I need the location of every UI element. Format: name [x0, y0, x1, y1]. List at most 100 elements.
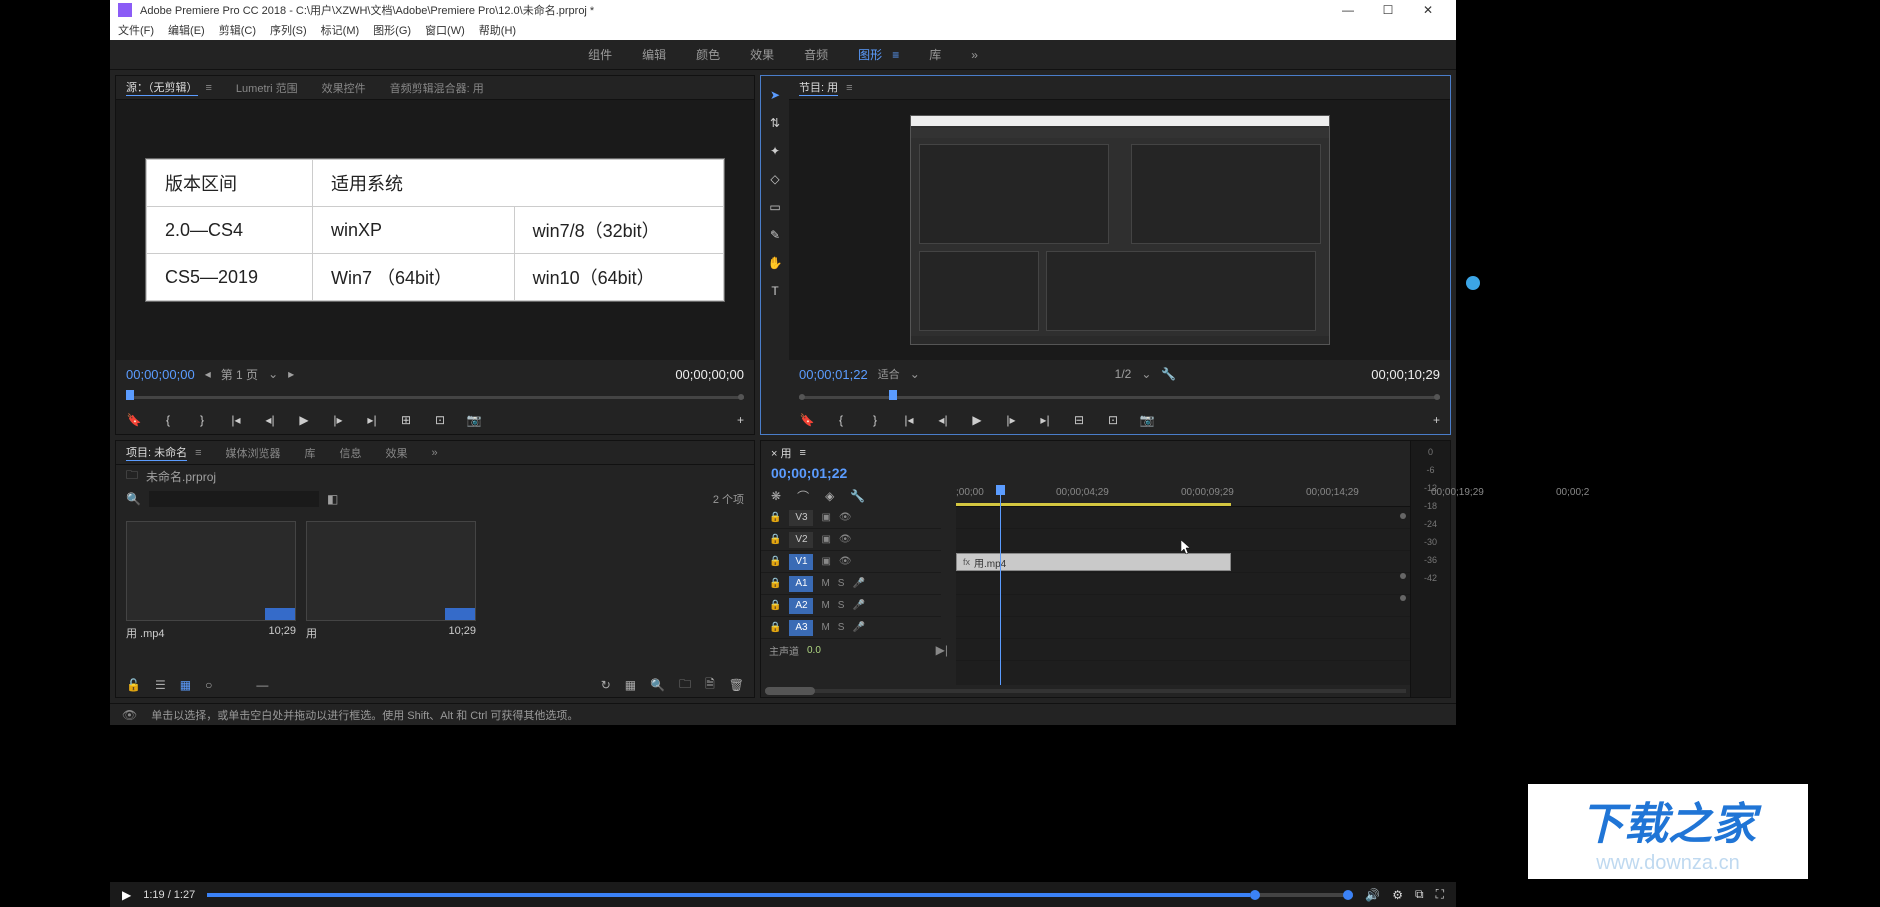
menu-window[interactable]: 窗口(W) [425, 22, 465, 38]
tab-effects[interactable]: 效果 [386, 445, 408, 461]
mute-icon[interactable]: M [821, 622, 829, 633]
track-label[interactable]: V2 [789, 532, 813, 548]
export-frame-icon[interactable]: 📷 [466, 412, 482, 428]
lane-a3[interactable] [956, 617, 1410, 639]
menu-graphics[interactable]: 图形(G) [373, 22, 411, 38]
timeline-playhead[interactable] [1000, 485, 1001, 685]
step-back-icon[interactable]: ◂| [935, 412, 951, 428]
delete-icon[interactable]: 🗑 [729, 678, 744, 692]
lane-a1[interactable] [956, 573, 1410, 595]
insert-icon[interactable]: ⊞ [398, 412, 414, 428]
play-icon[interactable]: ▶ [296, 412, 312, 428]
fullscreen-icon[interactable]: ⛶ [1436, 887, 1444, 902]
menu-edit[interactable]: 编辑(E) [168, 22, 205, 38]
page-dropdown-icon[interactable]: ⌄ [268, 367, 278, 381]
program-add-button-icon[interactable]: + [1433, 413, 1440, 427]
step-fwd-icon[interactable]: |▸ [1003, 412, 1019, 428]
tab-program-menu-icon[interactable]: ≡ [846, 82, 852, 94]
workspace-audio[interactable]: 音频 [804, 46, 828, 63]
volume-icon[interactable]: 🔊 [1365, 888, 1380, 902]
icon-view-icon[interactable]: ▦ [180, 678, 191, 692]
workspace-assembly[interactable]: 组件 [588, 46, 612, 63]
tab-info[interactable]: 信息 [340, 445, 362, 461]
add-marker-icon[interactable]: 🔖 [799, 412, 815, 428]
filter-icon[interactable]: ◧ [327, 492, 338, 506]
solo-icon[interactable]: S [838, 578, 845, 589]
tab-lumetri[interactable]: Lumetri 范围 [236, 80, 298, 96]
project-search-input[interactable] [149, 491, 319, 507]
master-meter-icon[interactable]: ▶| [936, 643, 948, 657]
tab-sequence[interactable]: × 用 [771, 445, 791, 461]
tab-project-menu-icon[interactable]: ≡ [195, 447, 201, 459]
go-out-icon[interactable]: ▸| [1037, 412, 1053, 428]
menu-sequence[interactable]: 序列(S) [270, 22, 307, 38]
selection-tool-icon[interactable]: ➤ [766, 86, 784, 104]
pip-icon[interactable]: ⧉ [1415, 887, 1424, 902]
rectangle-tool-icon[interactable]: ▭ [766, 198, 784, 216]
step-fwd-icon[interactable]: |▸ [330, 412, 346, 428]
mark-out-icon[interactable]: } [867, 412, 883, 428]
mark-out-icon[interactable]: } [194, 412, 210, 428]
tab-source[interactable]: 源：（无剪辑） [126, 79, 198, 96]
mark-in-icon[interactable]: { [833, 412, 849, 428]
lock-icon[interactable]: 🔒 [769, 512, 781, 523]
program-monitor-view[interactable] [789, 100, 1450, 360]
workspace-graphics[interactable]: 图形 [858, 46, 882, 63]
workspace-overflow-icon[interactable]: » [971, 48, 978, 62]
work-area-bar[interactable] [956, 503, 1231, 506]
page-prev-icon[interactable]: ◂ [205, 367, 211, 381]
export-frame-icon[interactable]: 📷 [1139, 412, 1155, 428]
menu-file[interactable]: 文件(F) [118, 22, 154, 38]
solo-icon[interactable]: S [838, 600, 845, 611]
timeline-tracks-area[interactable]: ;00;00 00;00;04;29 00;00;09;29 00;00;14;… [956, 485, 1410, 685]
settings-icon[interactable]: 🔧 [850, 489, 865, 503]
workspace-effects[interactable]: 效果 [750, 46, 774, 63]
lift-icon[interactable]: ⊟ [1071, 412, 1087, 428]
wrench-icon[interactable]: 🔧 [1161, 367, 1176, 381]
program-scrubber[interactable] [799, 388, 1440, 406]
pen-tool-icon[interactable]: ◇ [766, 170, 784, 188]
step-back-icon[interactable]: ◂| [262, 412, 278, 428]
track-label[interactable]: A1 [789, 576, 813, 592]
mute-icon[interactable]: M [821, 578, 829, 589]
menu-help[interactable]: 帮助(H) [479, 22, 516, 38]
lock-icon[interactable]: 🔒 [769, 556, 781, 567]
zoom-dropdown-icon[interactable]: ⌄ [1141, 367, 1151, 381]
track-label[interactable]: V1 [789, 554, 813, 570]
workspace-editing[interactable]: 编辑 [642, 46, 666, 63]
extract-icon[interactable]: ⊡ [1105, 412, 1121, 428]
settings-icon[interactable]: ⚙ [1392, 888, 1403, 902]
tab-effect-controls[interactable]: 效果控件 [322, 80, 366, 96]
workspace-library[interactable]: 库 [929, 46, 941, 63]
add-marker-icon[interactable]: 🔖 [126, 412, 142, 428]
hand-tool-icon[interactable]: ✋ [766, 254, 784, 272]
workspace-color[interactable]: 颜色 [696, 46, 720, 63]
lock-icon[interactable]: 🔒 [769, 534, 781, 545]
source-timecode-left[interactable]: 00;00;00;00 [126, 367, 195, 382]
bin-item[interactable]: 用 .mp4 10;29 [126, 521, 296, 663]
go-in-icon[interactable]: |◂ [228, 412, 244, 428]
source-page[interactable]: 第 1 页 [221, 366, 258, 383]
vertical-type-tool-icon[interactable]: ⇅ [766, 114, 784, 132]
lane-master[interactable] [956, 639, 1410, 661]
timeline-timecode[interactable]: 00;00;01;22 [771, 465, 847, 481]
lane-a2[interactable] [956, 595, 1410, 617]
program-zoom[interactable]: 1/2 [1115, 367, 1132, 381]
toggle-output-icon[interactable]: ▣ [821, 512, 830, 523]
tab-source-menu-icon[interactable]: ≡ [206, 82, 212, 94]
find-icon[interactable]: 🔍 [650, 678, 665, 692]
toggle-sync-icon[interactable]: 👁 [839, 556, 852, 567]
program-fit[interactable]: 适合 [878, 366, 900, 382]
snap-icon[interactable]: ❋ [771, 489, 781, 503]
lock-icon[interactable]: 🔒 [769, 600, 781, 611]
go-out-icon[interactable]: ▸| [364, 412, 380, 428]
video-progress-handle[interactable] [1250, 890, 1260, 900]
maximize-button[interactable]: ☐ [1368, 3, 1408, 17]
close-button[interactable]: ✕ [1408, 3, 1448, 17]
marker-icon[interactable]: ◈ [825, 489, 834, 503]
toggle-sync-icon[interactable]: 👁 [839, 512, 852, 523]
video-progress-track[interactable] [207, 893, 1353, 897]
lock-icon[interactable]: 🔒 [769, 622, 781, 633]
track-label[interactable]: A3 [789, 620, 813, 636]
bin-item[interactable]: 用 10;29 [306, 521, 476, 663]
